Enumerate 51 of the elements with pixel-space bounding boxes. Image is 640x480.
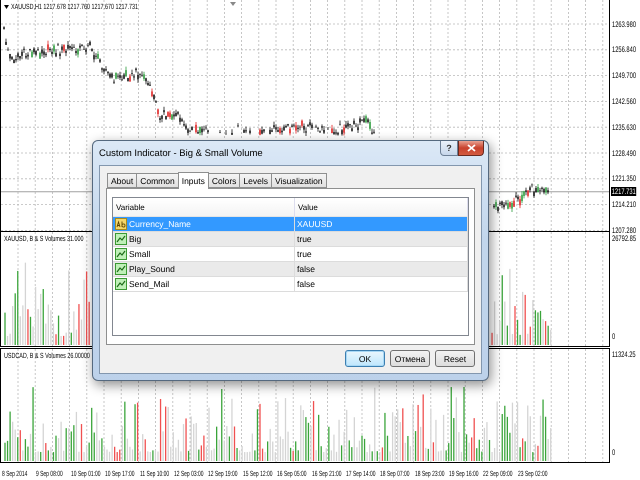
dialog-button[interactable]: OK — [345, 350, 385, 367]
volume-axis-label: 0 — [612, 448, 616, 457]
price-axis-label: 1263.980 — [612, 20, 636, 28]
close-icon — [466, 144, 476, 152]
dialog-button[interactable]: Reset — [435, 350, 475, 367]
variable-value: XAUUSD — [297, 219, 332, 229]
tab[interactable]: Levels — [239, 173, 272, 188]
variable-value: false — [297, 279, 315, 289]
price-axis-label: 1242.560 — [612, 96, 636, 106]
triangle-icon — [4, 5, 9, 9]
close-button[interactable] — [458, 141, 484, 156]
chart-line-icon — [115, 248, 127, 260]
volume-axis-label: 11324.25 — [612, 350, 636, 360]
tab[interactable]: Inputs — [178, 172, 209, 189]
variable-value: true — [297, 249, 312, 259]
candlestick-drawing — [493, 183, 549, 214]
variable-value: false — [297, 264, 315, 274]
chart-line-icon — [115, 233, 127, 245]
current-price-label: 1217.731 — [611, 187, 636, 196]
table-row[interactable]: Big true — [113, 232, 468, 247]
variable-name: Send_Mail — [129, 279, 170, 289]
text-type-icon — [115, 218, 127, 230]
variable-value: true — [297, 234, 312, 244]
table-row[interactable]: Small true — [113, 247, 468, 262]
shift-marker-icon — [230, 2, 236, 6]
price-axis-label: 1214.210 — [612, 200, 636, 210]
price-axis-label: 1207.280 — [612, 226, 636, 235]
variable-name: Small — [129, 249, 150, 259]
dialog-button[interactable]: Отмена — [390, 350, 430, 367]
price-axis-label: 1249.700 — [612, 71, 636, 80]
price-axis-label: 1235.630 — [612, 122, 636, 132]
tab[interactable]: About — [107, 173, 138, 188]
chart-line-icon — [115, 278, 127, 290]
dialog-title: Custom Indicator - Big & Small Volume — [99, 148, 263, 158]
variable-name: Play_Sound — [129, 264, 175, 274]
table-row[interactable]: Play_Sound false — [113, 262, 468, 277]
volume-axis-label: 0 — [612, 332, 616, 342]
tab[interactable]: Visualization — [271, 173, 327, 188]
variable-name: Big — [129, 234, 142, 244]
table-row[interactable]: Send_Mail false — [113, 277, 468, 292]
variable-name: Currency_Name — [129, 219, 191, 229]
column-header[interactable]: Variable — [113, 198, 295, 217]
price-axis-label: 1221.350 — [612, 174, 636, 184]
tab[interactable]: Common — [136, 173, 179, 188]
help-button[interactable]: ? — [440, 141, 458, 156]
volume-axis-label: 26792.85 — [612, 234, 636, 242]
chart-line-icon — [115, 263, 127, 275]
price-axis-label: 1228.490 — [612, 148, 636, 158]
tab[interactable]: Colors — [208, 173, 240, 188]
price-axis-label: 1256.840 — [612, 45, 636, 54]
column-header[interactable]: Value — [295, 198, 468, 217]
